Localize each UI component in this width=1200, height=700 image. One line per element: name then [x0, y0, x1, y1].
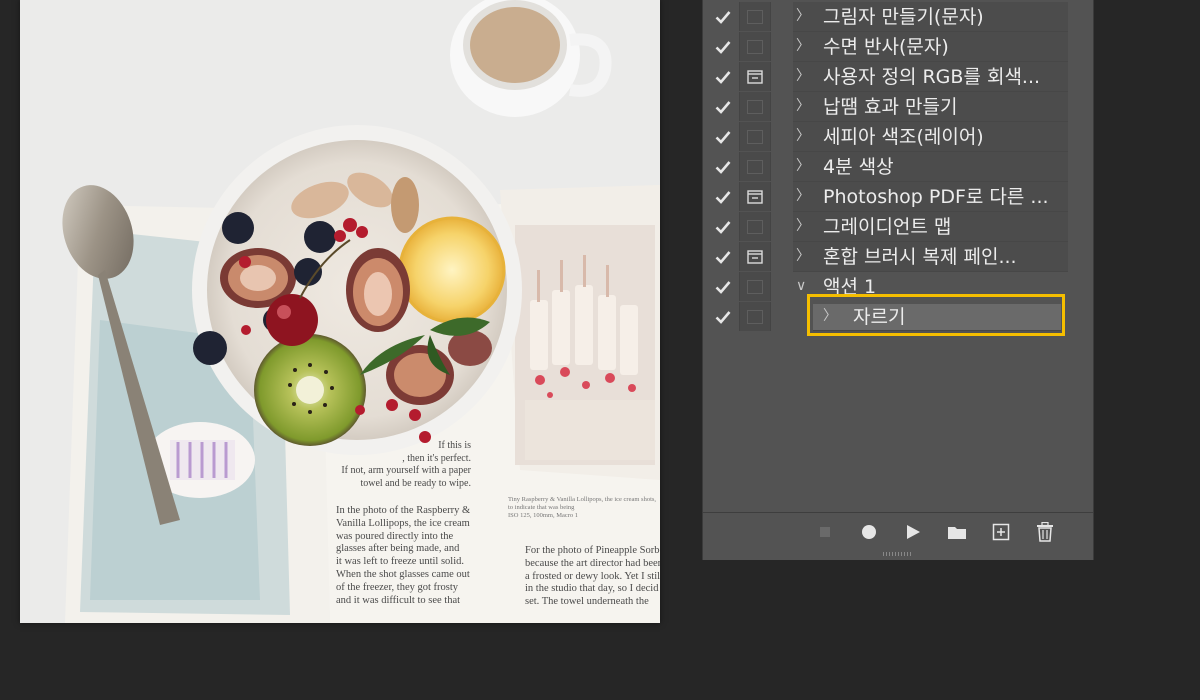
dialog-empty-box: [747, 279, 763, 294]
toggle-dialog[interactable]: [739, 242, 771, 271]
new-action-icon: [992, 523, 1010, 541]
action-label: 혼합 브러시 복제 페인...: [823, 246, 1017, 268]
toggle-item-check[interactable]: [709, 302, 737, 331]
action-row[interactable]: 〉 혼합 브러시 복제 페인...: [703, 242, 1069, 272]
dialog-empty-box: [747, 309, 763, 324]
dialog-empty-box: [747, 129, 763, 144]
actions-toolbar: [703, 513, 1093, 551]
dialog-icon: [747, 69, 763, 84]
play-icon: [907, 525, 920, 539]
record-button[interactable]: [857, 520, 881, 544]
magazine-caption: Tiny Raspberry & Vanilla Lollipops, the …: [508, 496, 657, 519]
action-row[interactable]: 〉 납땜 효과 만들기: [703, 92, 1069, 122]
action-row[interactable]: 〉 4분 색상: [703, 152, 1069, 182]
toggle-item-check[interactable]: [709, 2, 737, 31]
magazine-text-left: In the photo of the Raspberry & Vanilla …: [336, 505, 471, 606]
toggle-item-check[interactable]: [709, 32, 737, 61]
chevron-icon[interactable]: 〉: [796, 189, 810, 203]
check-icon: [715, 130, 731, 144]
toggle-item-check[interactable]: [709, 242, 737, 271]
action-label: 그림자 만들기(문자): [823, 6, 984, 28]
stop-icon: [820, 527, 830, 537]
magazine-text-right: For the photo of Pineapple Sorbe because…: [525, 545, 660, 608]
toggle-item-check[interactable]: [709, 152, 737, 181]
check-icon: [715, 160, 731, 174]
action-label: 그레이디언트 맵: [823, 216, 952, 238]
toggle-dialog[interactable]: [739, 62, 771, 91]
action-row[interactable]: 〉 그레이디언트 맵: [703, 212, 1069, 242]
trash-icon: [1037, 522, 1053, 542]
check-icon: [715, 250, 731, 264]
toggle-dialog[interactable]: [739, 212, 771, 241]
toggle-item-check[interactable]: [709, 62, 737, 91]
stop-button[interactable]: [813, 520, 837, 544]
dialog-icon: [747, 189, 763, 204]
action-label: 수면 반사(문자): [823, 36, 949, 58]
action-row[interactable]: 〉 수면 반사(문자): [703, 32, 1069, 62]
toggle-item-check[interactable]: [709, 182, 737, 211]
magazine-text-upper: If this is , then it's perfect. If not, …: [341, 440, 471, 489]
action-label: 4분 색상: [823, 156, 894, 178]
action-label: 납땜 효과 만들기: [823, 96, 958, 118]
new-set-button[interactable]: [945, 520, 969, 544]
toggle-item-check[interactable]: [709, 122, 737, 151]
check-icon: [715, 40, 731, 54]
actions-panel: 〉 그림자 만들기(문자) 〉 수면 반사(문자) 〉 사용자 정의 RGB를 회색...…: [702, 0, 1094, 560]
chevron-icon[interactable]: ∨: [796, 279, 808, 293]
toggle-dialog[interactable]: [739, 302, 771, 331]
dialog-empty-box: [747, 9, 763, 24]
resize-grip[interactable]: [883, 552, 913, 556]
toggle-dialog[interactable]: [739, 152, 771, 181]
chevron-icon[interactable]: 〉: [796, 39, 810, 53]
action-label: 사용자 정의 RGB를 회색...: [823, 66, 1041, 88]
toggle-dialog[interactable]: [739, 2, 771, 31]
dialog-empty-box: [747, 219, 763, 234]
action-row[interactable]: 〉 Photoshop PDF로 다른 ...: [703, 182, 1069, 212]
play-button[interactable]: [901, 520, 925, 544]
dialog-icon: [747, 249, 763, 264]
check-icon: [715, 70, 731, 84]
folder-icon: [948, 527, 966, 539]
document-canvas[interactable]: If this is , then it's perfect. If not, …: [20, 0, 660, 623]
check-icon: [715, 220, 731, 234]
delete-button[interactable]: [1033, 520, 1057, 544]
toggle-item-check[interactable]: [709, 212, 737, 241]
toggle-dialog[interactable]: [739, 32, 771, 61]
dialog-empty-box: [747, 99, 763, 114]
toggle-dialog[interactable]: [739, 272, 771, 301]
action-label: Photoshop PDF로 다른 ...: [823, 186, 1049, 208]
action-row[interactable]: 〉 그림자 만들기(문자): [703, 2, 1069, 32]
chevron-icon[interactable]: 〉: [796, 249, 810, 263]
chevron-icon[interactable]: 〉: [796, 159, 810, 173]
action-row[interactable]: 〉 세피아 색조(레이어): [703, 122, 1069, 152]
dialog-empty-box: [747, 159, 763, 174]
check-icon: [715, 310, 731, 324]
chevron-icon[interactable]: 〉: [796, 219, 810, 233]
toggle-dialog[interactable]: [739, 182, 771, 211]
check-icon: [715, 10, 731, 24]
check-icon: [715, 190, 731, 204]
chevron-icon[interactable]: 〉: [796, 69, 810, 83]
toggle-item-check[interactable]: [709, 92, 737, 121]
toggle-dialog[interactable]: [739, 122, 771, 151]
record-icon: [862, 525, 876, 539]
chevron-icon[interactable]: 〉: [796, 99, 810, 113]
action-label: 세피아 색조(레이어): [823, 126, 984, 148]
toggle-dialog[interactable]: [739, 92, 771, 121]
chevron-icon[interactable]: 〉: [796, 129, 810, 143]
check-icon: [715, 100, 731, 114]
new-action-button[interactable]: [989, 520, 1013, 544]
chevron-icon[interactable]: 〉: [796, 9, 810, 23]
action-row[interactable]: 〉 사용자 정의 RGB를 회색...: [703, 62, 1069, 92]
selection-highlight: [807, 294, 1065, 336]
dialog-empty-box: [747, 39, 763, 54]
check-icon: [715, 280, 731, 294]
toggle-item-check[interactable]: [709, 272, 737, 301]
